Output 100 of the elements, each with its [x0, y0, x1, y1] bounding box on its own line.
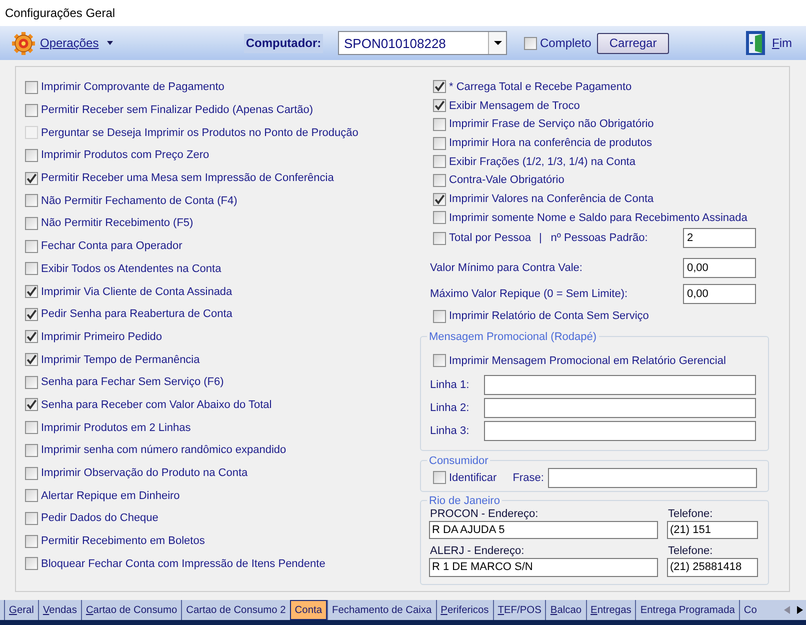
tab[interactable]: Conta — [290, 600, 327, 620]
checkbox-label: Bloquear Fechar Conta com Impressão de Itens Pendente — [41, 558, 326, 570]
checkbox-label: Perguntar se Deseja Imprimir os Produtos no Ponto de Produção — [41, 126, 358, 139]
load-button[interactable]: Carregar — [597, 32, 669, 54]
checkbox[interactable] — [25, 376, 38, 389]
checkbox-label: Imprimir Comprovante de Pagamento — [41, 81, 224, 94]
checkbox[interactable] — [25, 557, 38, 570]
checkbox-label: Permitir Recebimento em Boletos — [41, 535, 205, 548]
checkbox[interactable] — [25, 466, 38, 480]
dropdown-button[interactable] — [488, 32, 506, 54]
value-field[interactable]: 0,00 — [683, 284, 756, 304]
checkbox[interactable] — [25, 444, 38, 457]
checkbox[interactable] — [25, 80, 38, 94]
caret-icon — [494, 41, 502, 45]
checkbox-label: Exibir Frações (1/2, 1/3, 1/4) na Conta — [449, 156, 636, 168]
operations-menu[interactable]: Operações — [11, 30, 113, 56]
checkbox[interactable] — [25, 398, 38, 412]
window-title: Configurações Geral — [5, 6, 116, 20]
checkbox[interactable] — [433, 136, 446, 150]
checkbox[interactable] — [25, 534, 38, 548]
checkbox[interactable] — [433, 310, 446, 323]
checkbox[interactable] — [25, 216, 38, 230]
checkbox-label: Pedir Senha para Reabertura de Conta — [41, 308, 232, 320]
checkbox-label: Identificar — [449, 472, 497, 484]
field-label: Linha 2: — [430, 402, 470, 414]
checkbox[interactable] — [25, 330, 38, 344]
field-label: Frase: — [512, 472, 544, 484]
checkbox-label: Total por Pessoa — [449, 232, 531, 244]
address-field[interactable]: R DA AJUDA 5 — [429, 520, 658, 539]
checkbox[interactable] — [433, 118, 446, 131]
number-field[interactable]: 2 — [683, 228, 756, 248]
separator-text: | — [538, 232, 542, 244]
checkbox[interactable] — [25, 308, 38, 321]
checkbox-label: Imprimir Primeiro Pedido — [41, 330, 162, 343]
checkbox-label: Imprimir Hora na conferência de produtos — [449, 137, 652, 149]
field-label: Linha 1: — [430, 378, 470, 391]
checkbox-label: Imprimir Relatório de Conta Sem Serviço — [449, 310, 649, 322]
checkbox[interactable] — [25, 421, 38, 434]
text-field[interactable] — [484, 398, 756, 418]
checkbox-label: Senha para Receber com Valor Abaixo do Total — [41, 398, 272, 411]
field-label: Máximo Valor Repique (0 = Sem Limite): — [430, 288, 628, 300]
field-label: Linha 3: — [430, 424, 470, 437]
checkbox[interactable] — [433, 174, 446, 187]
checkbox[interactable] — [25, 489, 38, 502]
field-label: ALERJ - Endereço: — [429, 544, 526, 558]
checkbox[interactable] — [433, 192, 446, 206]
checkbox-label: Exibir Todos os Atendentes na Conta — [41, 262, 222, 275]
checkbox[interactable] — [25, 194, 38, 208]
group-title: Mensagem Promocional (Rodapé) — [428, 330, 598, 344]
group-title: Consumidor — [428, 454, 490, 468]
computer-combobox[interactable]: SPON010108228 — [338, 31, 507, 55]
text-field[interactable] — [484, 374, 756, 395]
computer-label: Computador: — [244, 34, 323, 52]
checkbox[interactable] — [433, 232, 446, 245]
checkbox-label: Senha para Fechar Sem Serviço (F6) — [41, 376, 224, 388]
phone-field[interactable]: (21) 151 — [667, 520, 758, 539]
checkbox[interactable] — [433, 354, 446, 368]
field-label: PROCON - Endereço: — [429, 508, 540, 521]
checkbox[interactable] — [25, 353, 38, 366]
checkbox[interactable] — [433, 80, 446, 94]
text-field[interactable] — [548, 468, 757, 488]
arrow-right-icon[interactable] — [796, 606, 803, 614]
checkbox[interactable] — [25, 104, 38, 117]
checkbox-label: Imprimir Mensagem Promocional em Relatório Gerencial — [449, 354, 726, 367]
checkbox[interactable] — [25, 172, 38, 185]
checkbox[interactable] — [433, 471, 446, 484]
checkbox-label: Completo — [540, 36, 592, 50]
group-title: Rio de Janeiro — [428, 494, 501, 508]
value-field[interactable]: 0,00 — [683, 258, 756, 278]
checkbox-label: Imprimir Via Cliente de Conta Assinada — [41, 286, 232, 298]
phone-field[interactable]: (21) 25881418 — [667, 558, 758, 577]
checkbox-label: Imprimir senha com número randômico expandido — [41, 444, 286, 456]
checkbox[interactable] — [25, 512, 38, 525]
checkbox[interactable] — [433, 211, 446, 224]
field-label: Valor Mínimo para Contra Vale: — [430, 262, 582, 274]
checkbox[interactable] — [433, 155, 446, 168]
checkbox[interactable] — [25, 285, 38, 298]
checkbox-label: Exibir Mensagem de Troco — [449, 100, 580, 112]
caret-icon — [106, 41, 113, 45]
checkbox-label: Não Permitir Fechamento de Conta (F4) — [41, 194, 238, 207]
text-field[interactable] — [484, 420, 756, 441]
checkbox-label: Contra-Vale Obrigatório — [449, 174, 564, 186]
checkbox[interactable] — [25, 262, 38, 276]
arrow-left-icon[interactable] — [784, 606, 790, 614]
checkbox[interactable] — [433, 99, 446, 112]
checkbox-label: Imprimir Valores na Conferência de Conta — [449, 193, 654, 206]
checkbox-label: * Carrega Total e Recebe Pagamento — [449, 80, 632, 93]
checkbox[interactable] — [25, 240, 38, 253]
checkbox-label: Permitir Receber uma Mesa sem Impressão de Conferência — [41, 172, 334, 184]
checkbox[interactable] — [524, 36, 537, 50]
address-field[interactable]: R 1 DE MARCO S/N — [429, 558, 658, 577]
checkbox-label: Imprimir Tempo de Permanência — [41, 354, 200, 366]
checkbox[interactable] — [25, 148, 38, 162]
checkbox-label: Não Permitir Recebimento (F5) — [41, 217, 194, 230]
checkbox-label: Imprimir Produtos em 2 Linhas — [41, 422, 191, 434]
checkbox-label: Imprimir Observação do Produto na Conta — [41, 467, 248, 480]
field-label: nº Pessoas Padrão: — [550, 232, 648, 244]
door-icon — [744, 30, 767, 56]
checkbox-label: Imprimir somente Nome e Saldo para Recebimento Assinada — [449, 212, 748, 224]
exit-button[interactable]: Fim — [744, 30, 792, 56]
